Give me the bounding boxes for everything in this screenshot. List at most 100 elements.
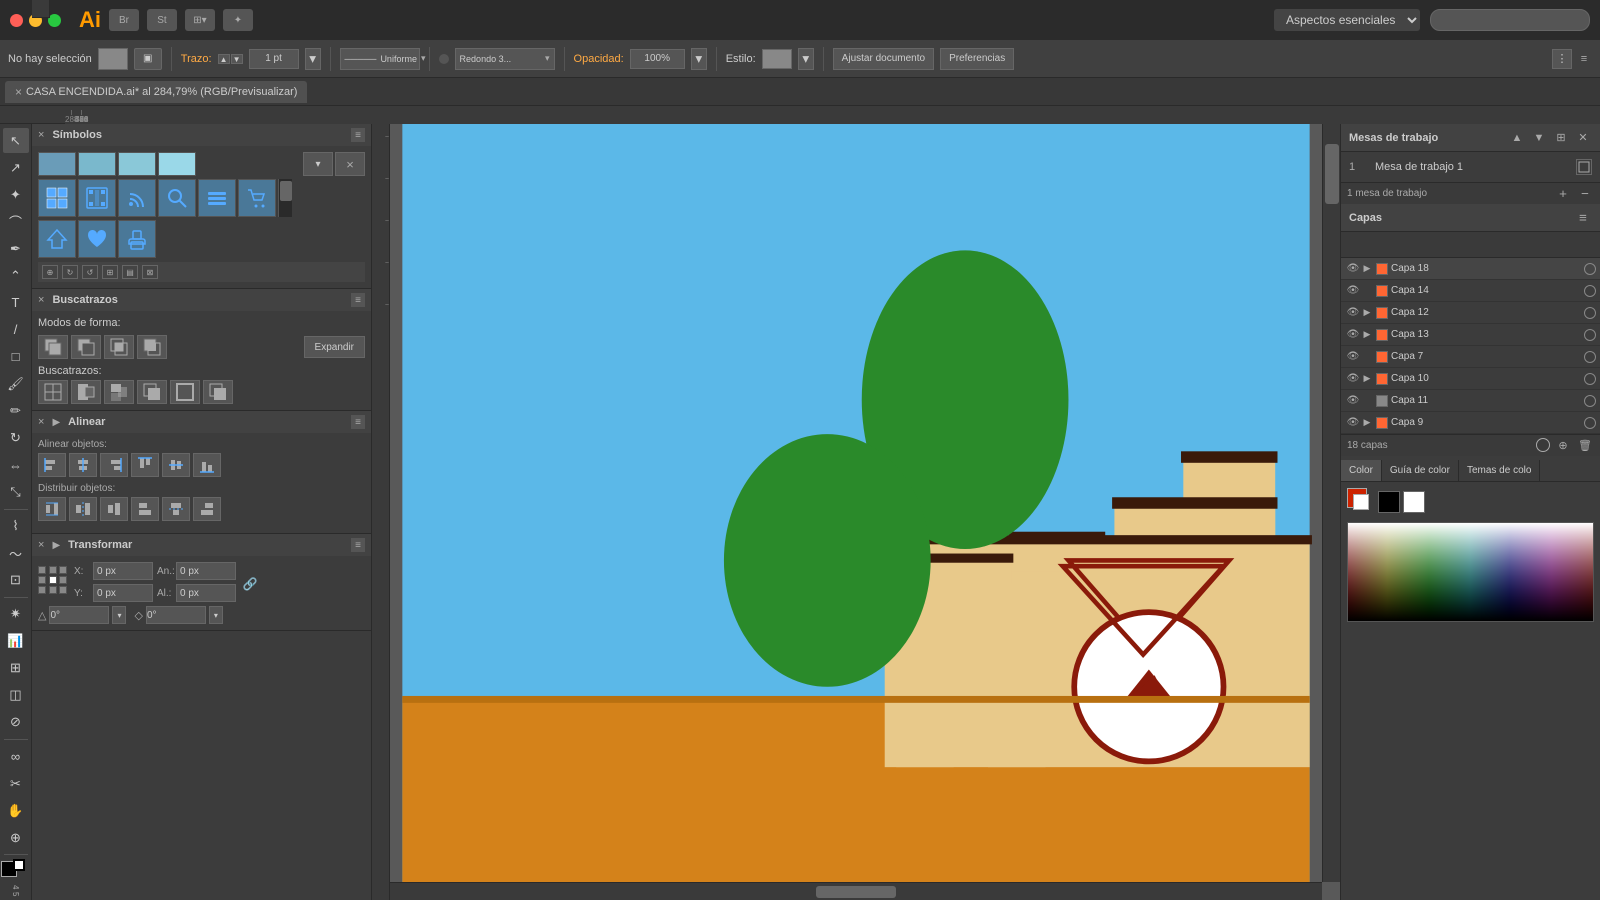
main-tab[interactable]: × CASA ENCENDIDA.ai* al 284,79% (RGB/Pre… xyxy=(5,81,307,103)
angle2-input[interactable] xyxy=(146,606,206,624)
mesas-add-btn[interactable]: + xyxy=(1554,186,1572,202)
opacidad-dropdown[interactable]: ▾ xyxy=(691,48,707,70)
color-tab-temas[interactable]: Temas de colo xyxy=(1459,460,1540,481)
capa-13-arrow[interactable]: ▶ xyxy=(1361,329,1373,341)
sim-icon-printer[interactable] xyxy=(118,220,156,258)
simbolos-scrollbar[interactable] xyxy=(278,179,292,217)
capa-14-eye[interactable]: 👁 xyxy=(1345,283,1361,299)
black-swatch[interactable] xyxy=(1378,491,1400,513)
sim-bottom-btn1[interactable]: ⊕ xyxy=(42,265,58,279)
blend-tool[interactable]: ∞ xyxy=(3,744,29,769)
capa-10-arrow[interactable]: ▶ xyxy=(1361,373,1373,385)
capa-9-eye[interactable]: 👁 xyxy=(1345,415,1361,431)
round-selector[interactable]: Redondo 3... ▾ xyxy=(455,48,555,70)
an-input[interactable] xyxy=(176,562,236,580)
angle1-input[interactable] xyxy=(49,606,109,624)
mesas-grid-btn[interactable]: ⊞ xyxy=(1552,129,1570,147)
exclude-btn[interactable] xyxy=(137,335,167,359)
capa-10-eye[interactable]: 👁 xyxy=(1345,371,1361,387)
sim-icon-rss[interactable] xyxy=(118,179,156,217)
close-button[interactable] xyxy=(10,14,23,27)
aspects-dropdown[interactable]: Aspectos esenciales xyxy=(1274,9,1420,31)
lasso-tool[interactable]: ⌒ xyxy=(3,209,29,234)
scrollbar-horizontal[interactable] xyxy=(390,882,1322,900)
tab-close-icon[interactable]: × xyxy=(15,85,22,99)
simbolos-menu-btn[interactable]: ≡ xyxy=(351,128,365,142)
capas-lock-circle[interactable] xyxy=(1536,438,1550,452)
simbolos-close-btn[interactable]: × xyxy=(335,152,365,176)
capa-11-eye[interactable]: 👁 xyxy=(1345,393,1361,409)
transformar-menu[interactable]: ≡ xyxy=(351,538,365,552)
sim-thumb-2[interactable] xyxy=(78,152,116,176)
align-bottom-btn[interactable] xyxy=(193,453,221,477)
sim-bottom-btn4[interactable]: ⊞ xyxy=(102,265,118,279)
sim-icon-heart[interactable] xyxy=(78,220,116,258)
trim-btn[interactable] xyxy=(71,380,101,404)
capa-12-eye[interactable]: 👁 xyxy=(1345,305,1361,321)
origin-br[interactable] xyxy=(59,586,67,594)
align-left-btn[interactable] xyxy=(38,453,66,477)
color-spectrum[interactable] xyxy=(1347,522,1594,622)
outline-btn[interactable] xyxy=(170,380,200,404)
origin-bc[interactable] xyxy=(49,586,57,594)
unite-btn[interactable] xyxy=(38,335,68,359)
width-tool[interactable]: ⌇ xyxy=(3,514,29,539)
sim-bottom-btn3[interactable]: ↺ xyxy=(82,265,98,279)
zoom-tool[interactable]: ⊕ xyxy=(3,825,29,850)
origin-ml[interactable] xyxy=(38,576,46,584)
column-graph-tool[interactable]: 📊 xyxy=(3,629,29,654)
opacidad-input[interactable] xyxy=(630,49,685,69)
scrollbar-v-thumb[interactable] xyxy=(1325,144,1339,204)
preferencias-btn[interactable]: Preferencias xyxy=(940,48,1014,70)
color-tab-guia[interactable]: Guía de color xyxy=(1382,460,1459,481)
simbolos-dropdown-btn[interactable]: ▾ xyxy=(303,152,333,176)
align-center-v-btn[interactable] xyxy=(162,453,190,477)
reflect-tool[interactable]: ⇔ xyxy=(3,453,29,478)
gradient-tool[interactable]: ◫ xyxy=(3,683,29,708)
line-tool[interactable]: / xyxy=(3,317,29,342)
dist-right-btn[interactable] xyxy=(193,497,221,521)
buscatrazos-header[interactable]: × Buscatrazos ≡ xyxy=(32,289,371,311)
align-center-h-btn[interactable] xyxy=(69,453,97,477)
trazo-dropdown[interactable]: ▾ xyxy=(305,48,321,70)
sim-icon-menu[interactable] xyxy=(198,179,236,217)
dist-center-v-btn[interactable] xyxy=(162,497,190,521)
dist-left-btn[interactable] xyxy=(131,497,159,521)
sim-bottom-btn5[interactable]: ▤ xyxy=(122,265,138,279)
capa-item-10[interactable]: 👁 ▶ Capa 10 xyxy=(1341,368,1600,390)
pencil-tool[interactable]: ✏ xyxy=(3,398,29,423)
dist-center-h-btn[interactable] xyxy=(69,497,97,521)
stroke-toggle[interactable]: ▣ xyxy=(134,48,162,70)
sim-icon-house[interactable] xyxy=(38,220,76,258)
origin-mc[interactable] xyxy=(49,576,57,584)
intersect-btn[interactable] xyxy=(104,335,134,359)
capa-item-7[interactable]: 👁 Capa 7 xyxy=(1341,346,1600,368)
origin-tl[interactable] xyxy=(38,566,46,574)
sim-icon-search[interactable] xyxy=(158,179,196,217)
rotate-tool[interactable]: ↻ xyxy=(3,426,29,451)
mesas-down-btn[interactable]: ▼ xyxy=(1530,129,1548,147)
buscatrazos-menu[interactable]: ≡ xyxy=(351,293,365,307)
pen-tool[interactable]: ✒ xyxy=(3,236,29,261)
al-input[interactable] xyxy=(176,584,236,602)
trazo-input[interactable] xyxy=(249,49,299,69)
eyedropper-tool[interactable]: ⊘ xyxy=(3,710,29,735)
capa-18-eye[interactable]: 👁 xyxy=(1345,261,1361,277)
capa-12-arrow[interactable]: ▶ xyxy=(1361,307,1373,319)
capas-del-layer-btn[interactable]: 🗑 xyxy=(1576,438,1594,454)
scale-tool[interactable]: ⤡ xyxy=(3,480,29,505)
capa-item-12[interactable]: 👁 ▶ Capa 12 xyxy=(1341,302,1600,324)
alinear-header[interactable]: × ▶ Alinear ≡ xyxy=(32,411,371,433)
align-right-btn[interactable] xyxy=(100,453,128,477)
minus-front-btn[interactable] xyxy=(71,335,101,359)
sim-bottom-btn2[interactable]: ↻ xyxy=(62,265,78,279)
dist-bottom-btn[interactable] xyxy=(100,497,128,521)
mesa-item-1[interactable]: 1 Mesa de trabajo 1 xyxy=(1345,156,1596,178)
capa-item-13[interactable]: 👁 ▶ Capa 13 xyxy=(1341,324,1600,346)
color-fg-bg-icon[interactable] xyxy=(1347,488,1375,516)
crop-btn[interactable] xyxy=(137,380,167,404)
mesh-tool[interactable]: ⊞ xyxy=(3,656,29,681)
sim-icon-film[interactable] xyxy=(78,179,116,217)
hand-tool[interactable]: ✋ xyxy=(3,798,29,823)
transformar-arrow[interactable]: ▶ xyxy=(52,540,60,551)
